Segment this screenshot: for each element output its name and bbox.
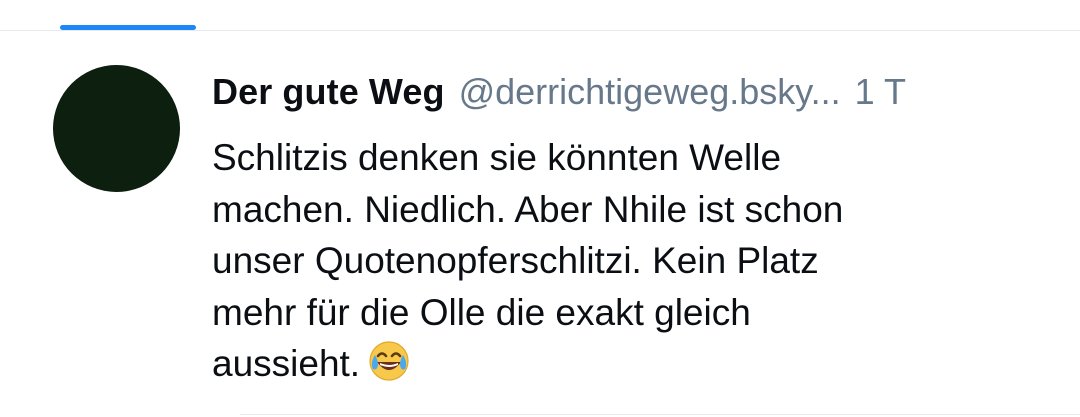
author-handle[interactable]: @derrichtigeweg.bsky... bbox=[459, 71, 841, 113]
post-body: Schlitzis denken sie könnten Welle mache… bbox=[212, 137, 844, 384]
post-text: Schlitzis denken sie könnten Welle mache… bbox=[212, 132, 1012, 390]
bottom-divider bbox=[240, 414, 1080, 415]
face-with-tears-of-joy-icon bbox=[368, 340, 410, 382]
post[interactable]: Der gute Weg @derrichtigeweg.bsky... 1 T… bbox=[0, 31, 1080, 417]
author-display-name[interactable]: Der gute Weg bbox=[212, 71, 445, 113]
post-timestamp[interactable]: 1 T bbox=[855, 71, 906, 113]
avatar[interactable] bbox=[53, 65, 180, 192]
post-header: Der gute Weg @derrichtigeweg.bsky... 1 T bbox=[212, 69, 1052, 115]
